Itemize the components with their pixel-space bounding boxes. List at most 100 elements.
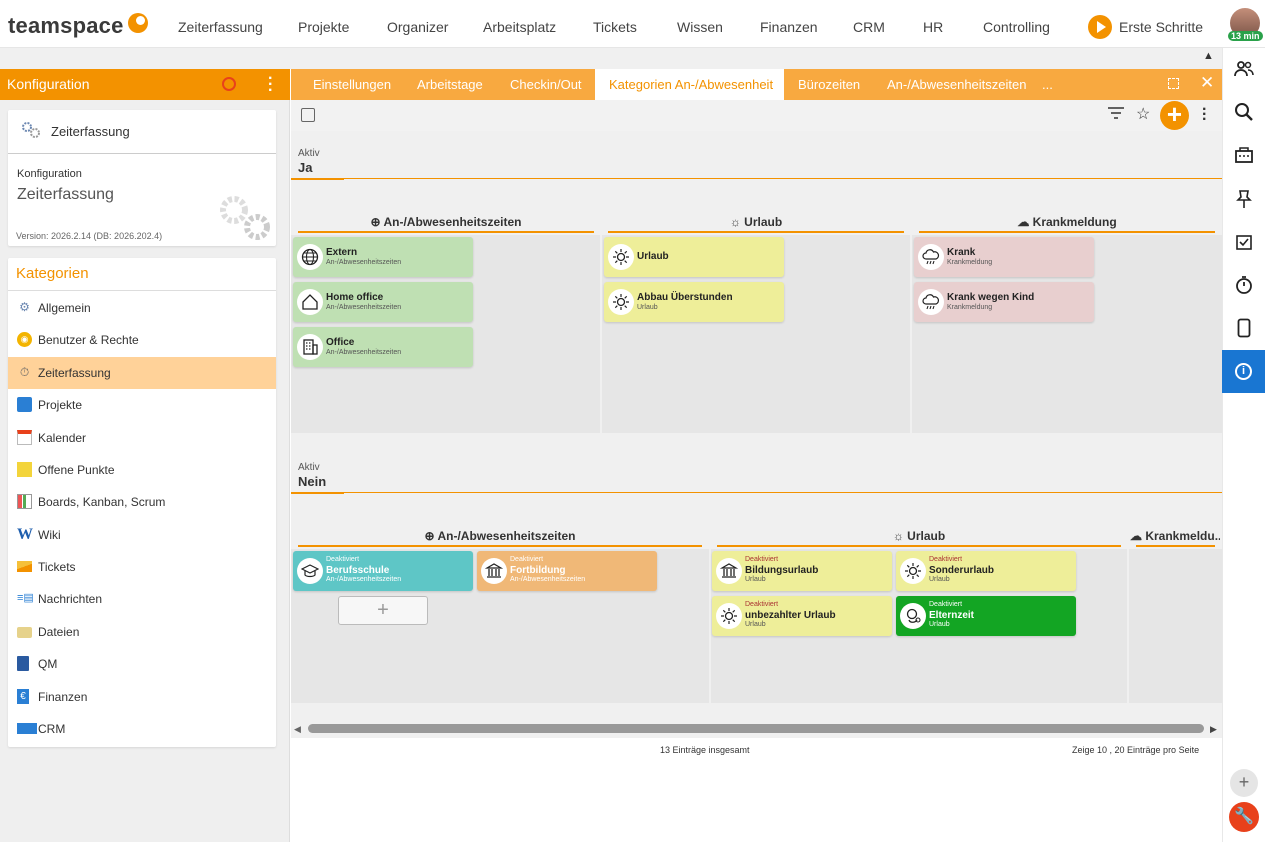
tab-buerozeiten[interactable]: Bürozeiten [798, 77, 860, 92]
category-tile[interactable]: Krank wegen Kind Krankmeldung [914, 282, 1094, 322]
category-item-qm[interactable]: QM [8, 648, 276, 680]
stopwatch-icon: ⏱ [19, 365, 30, 379]
grid-view-icon[interactable] [301, 108, 315, 122]
scroll-left-icon[interactable]: ◀ [294, 724, 301, 735]
mobile-icon[interactable] [1232, 316, 1256, 340]
nav-hr[interactable]: HR [923, 19, 943, 35]
category-item-crm[interactable]: CRM [8, 713, 276, 745]
category-tile[interactable]: Deaktiviert Fortbildung An-/Abwesenheits… [477, 551, 657, 591]
nav-wissen[interactable]: Wissen [677, 19, 723, 35]
power-icon[interactable] [222, 77, 236, 91]
nav-crm[interactable]: CRM [853, 19, 885, 35]
page-size-selector[interactable]: Zeige 10 , 20 Einträge pro Seite [1072, 745, 1199, 755]
sidebar-menu-icon[interactable]: · · · [268, 71, 273, 99]
column-header: ☼ Urlaub [892, 529, 946, 543]
more-options-icon[interactable]: · · · [1202, 102, 1207, 128]
ticket-icon [17, 561, 32, 572]
crm-icon [17, 723, 37, 734]
add-button[interactable]: + [1160, 101, 1189, 130]
category-tile[interactable]: Deaktiviert Elternzeit Urlaub [896, 596, 1076, 636]
category-label: Kalender [38, 431, 87, 445]
tab-arbeitstage[interactable]: Arbeitstage [417, 77, 483, 92]
gears-watermark-icon [218, 195, 272, 244]
category-label: Nachrichten [38, 592, 103, 606]
category-item-finanzen[interactable]: € Finanzen [8, 681, 276, 713]
horizontal-scrollbar[interactable] [308, 724, 1204, 733]
tab-checkin-out[interactable]: Checkin/Out [510, 77, 582, 92]
filter-icon[interactable] [1107, 106, 1125, 120]
group-field-label: Aktiv [298, 462, 320, 473]
tile-name: Krank wegen Kind [947, 292, 1035, 303]
cloud-rain-icon [918, 244, 944, 270]
star-icon[interactable]: ☆ [1136, 104, 1150, 124]
messages-icon: ≡▤ [17, 592, 34, 604]
nav-organizer[interactable]: Organizer [387, 19, 448, 35]
add-circle-icon[interactable]: + [1230, 769, 1258, 797]
files-icon [17, 627, 32, 638]
add-tile-button[interactable]: + [338, 596, 428, 625]
category-item-projekte[interactable]: Projekte [8, 389, 276, 421]
tab-kategorien[interactable]: Kategorien An-/Abwesenheit [595, 69, 784, 100]
column-header: ⊕ An-/Abwesenheitszeiten [370, 215, 522, 229]
category-tile[interactable]: Deaktiviert Berufsschule An-/Abwesenheit… [293, 551, 473, 591]
scroll-right-icon[interactable]: ▶ [1210, 724, 1217, 735]
column-header: ☼ Urlaub [729, 215, 783, 229]
category-label: Zeiterfassung [38, 366, 111, 380]
category-tile[interactable]: Office An-/Abwesenheitszeiten [293, 327, 473, 367]
first-steps-link[interactable]: Erste Schritte [1119, 19, 1203, 35]
nav-projekte[interactable]: Projekte [298, 19, 349, 35]
category-item-tickets[interactable]: Tickets [8, 551, 276, 583]
category-label: Boards, Kanban, Scrum [38, 495, 166, 509]
nav-zeiterfassung[interactable]: Zeiterfassung [178, 19, 263, 35]
nav-arbeitsplatz[interactable]: Arbeitsplatz [483, 19, 556, 35]
category-tile[interactable]: Krank Krankmeldung [914, 237, 1094, 277]
category-label: Dateien [38, 625, 80, 639]
info-icon[interactable]: i [1222, 350, 1265, 393]
sun-icon: ☼ [729, 215, 745, 229]
tab-more[interactable]: ... [1042, 77, 1053, 92]
category-tile[interactable]: Deaktiviert Bildungsurlaub Urlaub [712, 551, 892, 591]
category-item-wiki[interactable]: W Wiki [8, 519, 276, 551]
tile-name: unbezahlter Urlaub [745, 610, 836, 621]
category-item-allgemein[interactable]: ⚙ Allgemein [8, 292, 276, 324]
users-icon[interactable] [1232, 57, 1256, 81]
category-tile[interactable]: Abbau Überstunden Urlaub [604, 282, 784, 322]
category-label: QM [38, 657, 58, 671]
category-item-offene-punkte[interactable]: Offene Punkte [8, 454, 276, 486]
close-icon[interactable]: ✕ [1200, 73, 1214, 93]
deactivated-label: Deaktiviert [745, 556, 779, 563]
category-item-zeiterfassung[interactable]: ⏱ Zeiterfassung [8, 357, 276, 389]
app-logo[interactable]: teamspace [8, 13, 124, 39]
play-icon[interactable] [1088, 15, 1112, 39]
category-tile[interactable]: Extern An-/Abwesenheitszeiten [293, 237, 473, 277]
version-text: Version: 2026.2.14 (DB: 2026.202.4) [16, 231, 163, 241]
task-check-icon[interactable] [1232, 230, 1256, 254]
category-item-kalender[interactable]: Kalender [8, 422, 276, 454]
tab-einstellungen[interactable]: Einstellungen [313, 77, 391, 92]
category-label: Benutzer & Rechte [38, 333, 139, 347]
inbox-icon[interactable] [1232, 143, 1256, 167]
category-item-boards[interactable]: Boards, Kanban, Scrum [8, 486, 276, 518]
collapse-up-icon[interactable]: ▲ [1203, 50, 1214, 62]
category-item-dateien[interactable]: Dateien [8, 616, 276, 648]
cloud-rain-icon [918, 289, 944, 315]
category-tile[interactable]: Home office An-/Abwesenheitszeiten [293, 282, 473, 322]
fullscreen-icon[interactable] [1168, 78, 1179, 89]
search-icon[interactable] [1232, 100, 1256, 124]
tile-category: An-/Abwesenheitszeiten [326, 259, 402, 266]
tile-name: Urlaub [637, 251, 669, 262]
nav-tickets[interactable]: Tickets [593, 19, 637, 35]
category-label: Projekte [38, 398, 83, 412]
stopwatch-icon[interactable] [1232, 273, 1256, 297]
category-tile[interactable]: Deaktiviert Sonderurlaub Urlaub [896, 551, 1076, 591]
tab-an-abwesenheitszeiten[interactable]: An-/Abwesenheitszeiten [887, 77, 1026, 92]
category-item-nachrichten[interactable]: ≡▤ Nachrichten [8, 583, 276, 615]
category-tile[interactable]: Deaktiviert unbezahlter Urlaub Urlaub [712, 596, 892, 636]
pin-icon[interactable] [1232, 187, 1256, 211]
nav-finanzen[interactable]: Finanzen [760, 19, 818, 35]
gears-icon [20, 120, 42, 143]
wrench-icon[interactable]: 🔧 [1229, 802, 1259, 832]
category-tile[interactable]: Urlaub [604, 237, 784, 277]
nav-controlling[interactable]: Controlling [983, 19, 1050, 35]
category-item-benutzer[interactable]: ◉ Benutzer & Rechte [8, 324, 276, 356]
